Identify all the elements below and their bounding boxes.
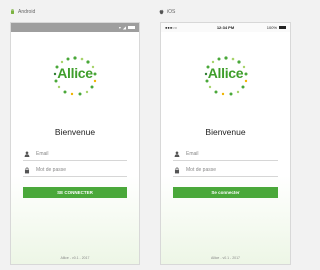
apple-icon bbox=[159, 9, 164, 15]
logo-text: Allice bbox=[207, 65, 244, 81]
android-status-bar: ▾ ◢ bbox=[11, 23, 139, 32]
version-footer: Allice - v0.1 - 2017 bbox=[211, 256, 240, 260]
battery-icon bbox=[128, 26, 135, 29]
user-icon bbox=[173, 150, 181, 158]
password-input[interactable] bbox=[36, 167, 116, 173]
version-footer: Allice - v0.1 - 2017 bbox=[60, 256, 90, 260]
android-phone-frame: ▾ ◢ Allice Bienvenue Email SE CONNECTER … bbox=[10, 22, 140, 265]
battery-icon bbox=[279, 26, 286, 29]
battery-percent: 100% bbox=[266, 25, 277, 30]
email-input[interactable] bbox=[36, 151, 116, 157]
password-input[interactable] bbox=[186, 167, 266, 173]
android-status-icons: ▾ ◢ bbox=[119, 25, 135, 30]
logo-text: Allice bbox=[57, 65, 93, 81]
app-logo: Allice bbox=[202, 54, 250, 98]
android-platform-label: Android bbox=[10, 9, 35, 15]
ios-login-screen: Allice Bienvenue Se connecter Allice - v… bbox=[161, 32, 290, 264]
password-field bbox=[173, 164, 278, 177]
android-label-text: Android bbox=[18, 9, 36, 15]
email-field bbox=[23, 148, 127, 161]
welcome-title: Bienvenue bbox=[205, 127, 246, 137]
wifi-icon: ▾ bbox=[118, 25, 121, 30]
password-field bbox=[23, 164, 127, 177]
login-button[interactable]: Se connecter bbox=[173, 187, 278, 198]
app-logo: Allice bbox=[51, 54, 99, 98]
ios-battery-group: 100% bbox=[267, 25, 286, 30]
email-field bbox=[173, 148, 278, 161]
lock-icon bbox=[23, 166, 31, 174]
android-icon bbox=[10, 9, 15, 15]
signal-icon: ◢ bbox=[122, 25, 126, 30]
lock-icon bbox=[173, 166, 181, 174]
user-icon bbox=[23, 150, 31, 158]
login-button[interactable]: SE CONNECTER bbox=[23, 187, 127, 198]
ios-label-text: iOS bbox=[167, 9, 176, 15]
email-input[interactable] bbox=[186, 151, 266, 157]
ios-phone-frame: ●●●○○ 12:34 PM 100% Allice Bienvenue Ema… bbox=[160, 22, 291, 265]
ios-platform-label: iOS bbox=[159, 9, 175, 15]
android-login-screen: Allice Bienvenue SE CONNECTER Allice - v… bbox=[11, 32, 139, 264]
welcome-title: Bienvenue bbox=[54, 127, 96, 137]
